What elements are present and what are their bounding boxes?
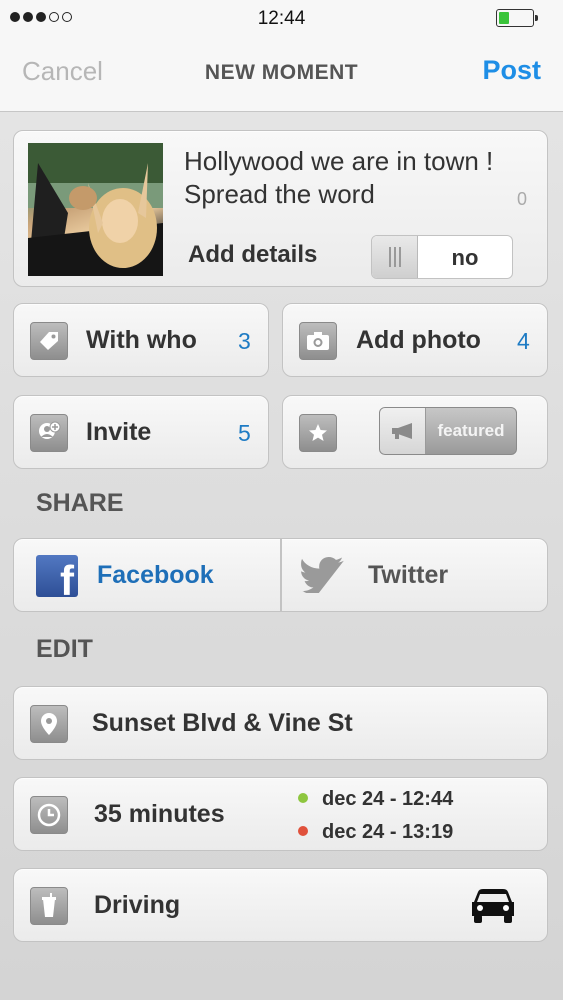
with-who-count: 3 bbox=[238, 328, 251, 354]
with-who-button[interactable]: With who 3 bbox=[13, 303, 269, 377]
add-person-icon bbox=[30, 414, 68, 452]
featured-toggle[interactable]: featured bbox=[379, 407, 517, 455]
location-label: Sunset Blvd & Vine St bbox=[92, 709, 353, 737]
share-section-title: SHARE bbox=[36, 489, 124, 517]
facebook-label: Facebook bbox=[97, 561, 214, 589]
featured-card: featured bbox=[282, 395, 548, 469]
twitter-share-button[interactable]: Twitter bbox=[282, 539, 548, 611]
drink-cup-icon bbox=[30, 887, 68, 925]
duration-label: 35 minutes bbox=[94, 800, 225, 828]
location-row[interactable]: Sunset Blvd & Vine St bbox=[13, 686, 548, 760]
start-dot-icon bbox=[298, 792, 308, 803]
add-photo-count: 4 bbox=[517, 328, 530, 354]
add-photo-button[interactable]: Add photo 4 bbox=[282, 303, 548, 377]
duration-row[interactable]: 35 minutes dec 24 - 12:44 dec 24 - 13:19 bbox=[13, 777, 548, 851]
start-time: dec 24 - 12:44 bbox=[298, 788, 453, 811]
toggle-handle[interactable] bbox=[372, 236, 418, 278]
invite-button[interactable]: Invite 5 bbox=[13, 395, 269, 469]
facebook-share-button[interactable]: f Facebook bbox=[14, 539, 280, 611]
clock-icon bbox=[30, 796, 68, 834]
share-card: f Facebook Twitter bbox=[13, 538, 548, 612]
transport-row[interactable]: Driving bbox=[13, 868, 548, 942]
invite-label: Invite bbox=[86, 418, 152, 446]
moment-text-line-2: Spread the word bbox=[184, 179, 375, 209]
invite-count: 5 bbox=[238, 420, 251, 446]
status-bar: 12:44 bbox=[0, 0, 563, 36]
end-dot-icon bbox=[298, 825, 308, 836]
featured-label: featured bbox=[437, 421, 505, 440]
megaphone-icon bbox=[380, 408, 426, 454]
character-count: 0 bbox=[516, 189, 527, 209]
navigation-bar: Cancel NEW MOMENT Post bbox=[0, 36, 563, 112]
tag-icon bbox=[30, 322, 68, 360]
car-icon[interactable] bbox=[470, 888, 516, 929]
location-pin-icon bbox=[30, 705, 68, 743]
battery-icon bbox=[496, 9, 538, 27]
end-time-value: dec 24 - 13:19 bbox=[322, 821, 454, 843]
twitter-icon bbox=[300, 557, 344, 598]
end-time: dec 24 - 13:19 bbox=[298, 821, 453, 844]
toggle-value: no bbox=[451, 245, 479, 270]
add-photo-label: Add photo bbox=[356, 326, 481, 354]
post-button[interactable]: Post bbox=[482, 55, 541, 86]
status-time: 12:44 bbox=[257, 8, 306, 29]
twitter-label: Twitter bbox=[368, 561, 449, 589]
edit-section-title: EDIT bbox=[36, 635, 93, 663]
with-who-label: With who bbox=[86, 326, 197, 354]
moment-photo[interactable] bbox=[28, 143, 163, 276]
moment-text[interactable]: Hollywood we are in town ! Spread the wo… bbox=[184, 145, 534, 211]
facebook-icon: f bbox=[36, 555, 78, 597]
moment-text-line-1: Hollywood we are in town ! bbox=[184, 146, 494, 176]
transport-label: Driving bbox=[94, 891, 181, 919]
camera-icon bbox=[299, 322, 337, 360]
add-details-toggle[interactable]: no bbox=[371, 235, 513, 279]
add-details-label: Add details bbox=[188, 241, 318, 268]
start-time-value: dec 24 - 12:44 bbox=[322, 788, 454, 810]
page-title: NEW MOMENT bbox=[204, 61, 359, 84]
star-icon bbox=[299, 414, 337, 452]
moment-card: Hollywood we are in town ! Spread the wo… bbox=[13, 130, 548, 287]
